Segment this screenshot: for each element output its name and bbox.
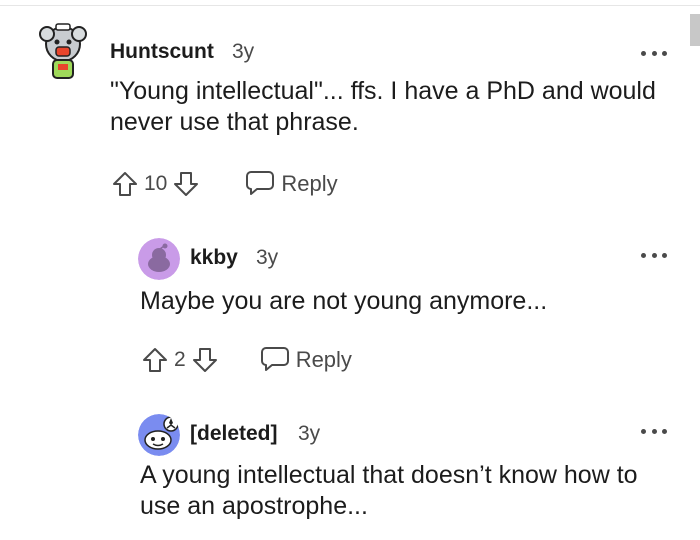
avatar[interactable] bbox=[138, 414, 180, 456]
upvote-icon[interactable] bbox=[110, 169, 140, 199]
comment-body: Maybe you are not young anymore... bbox=[140, 287, 548, 315]
comment-body: "Young intellectual"... ffs. I have a Ph… bbox=[110, 77, 656, 136]
downvote-icon[interactable] bbox=[171, 169, 201, 199]
top-divider bbox=[0, 0, 700, 6]
vote-score: 10 bbox=[144, 172, 168, 195]
more-options-icon[interactable] bbox=[641, 426, 667, 436]
more-options-icon[interactable] bbox=[641, 250, 667, 260]
comment-author[interactable]: kkby bbox=[190, 246, 238, 270]
downvote-icon[interactable] bbox=[190, 345, 220, 375]
comment-age: 3y bbox=[298, 422, 321, 445]
reply-button[interactable]: Reply bbox=[245, 168, 338, 201]
comment-actions: 10 Reply bbox=[110, 167, 338, 201]
more-options-icon[interactable] bbox=[641, 48, 667, 58]
comment-age: 3y bbox=[256, 246, 279, 269]
reply-label: Reply bbox=[281, 171, 338, 196]
reply-button[interactable]: Reply bbox=[260, 344, 352, 377]
comment-author[interactable]: [deleted] bbox=[190, 422, 278, 446]
avatar[interactable] bbox=[138, 238, 180, 280]
comment-actions: 2 Reply bbox=[140, 343, 352, 377]
speech-bubble-icon bbox=[260, 344, 290, 377]
scrollbar-thumb[interactable] bbox=[690, 14, 700, 46]
upvote-icon[interactable] bbox=[140, 345, 170, 375]
avatar[interactable] bbox=[36, 22, 90, 84]
reply-label: Reply bbox=[295, 347, 352, 372]
speech-bubble-icon bbox=[245, 168, 275, 201]
comment-body: A young intellectual that doesn’t know h… bbox=[140, 461, 638, 520]
comment-age: 3y bbox=[232, 40, 255, 63]
comment-author[interactable]: Huntscunt bbox=[110, 40, 214, 64]
vote-score: 2 bbox=[174, 348, 186, 371]
